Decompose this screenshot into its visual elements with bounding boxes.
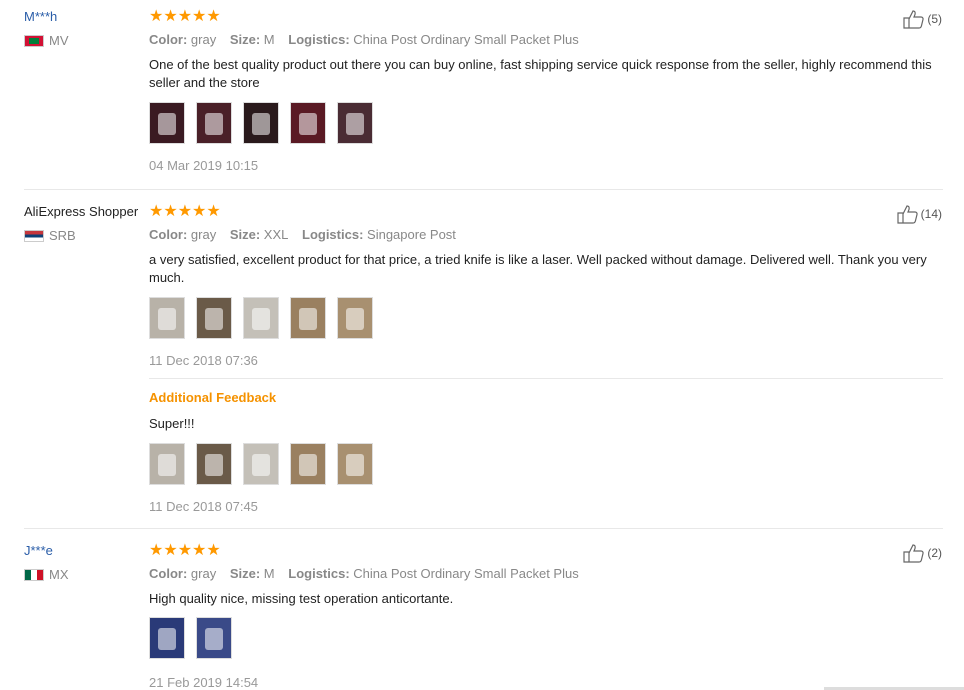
logistics-value: China Post Ordinary Small Packet Plus xyxy=(353,566,579,581)
review-date: 04 Mar 2019 10:15 xyxy=(149,158,259,173)
size-value: M xyxy=(263,32,275,47)
flag-mx-icon xyxy=(24,568,44,581)
review-divider xyxy=(24,528,943,529)
country-code: MV xyxy=(49,33,69,48)
reviewer-country: MV xyxy=(24,33,149,48)
review-content: ★★★★★ Color: gray Size: XXL Logistics: S… xyxy=(149,204,944,368)
review-photo-thumbnail[interactable] xyxy=(290,102,326,144)
review-photos xyxy=(149,617,944,659)
color-label: Color: xyxy=(149,32,188,47)
review-text: High quality nice, missing test operatio… xyxy=(149,591,454,606)
review-photo-thumbnail[interactable] xyxy=(290,297,326,339)
review-photo-thumbnail[interactable] xyxy=(196,102,232,144)
additional-text: Super!!! xyxy=(149,416,195,431)
logistics-label: Logistics: xyxy=(302,227,364,242)
review-photo-thumbnail[interactable] xyxy=(149,617,185,659)
review-photo-thumbnail[interactable] xyxy=(337,443,373,485)
order-attributes: Color: gray Size: M Logistics: China Pos… xyxy=(149,32,944,47)
size-value: M xyxy=(263,566,275,581)
additional-feedback-title: Additional Feedback xyxy=(149,390,277,405)
helpful-count: (5) xyxy=(927,12,942,26)
review-photo-thumbnail[interactable] xyxy=(337,102,373,144)
helpful-button[interactable]: (5) xyxy=(903,9,942,29)
logistics-value: China Post Ordinary Small Packet Plus xyxy=(353,32,579,47)
review-date: 11 Dec 2018 07:36 xyxy=(149,353,258,368)
flag-mv-icon xyxy=(24,34,44,47)
review-photo-thumbnail[interactable] xyxy=(196,617,232,659)
feedback-divider xyxy=(149,378,943,379)
additional-photos xyxy=(149,443,944,485)
review-photos xyxy=(149,297,944,339)
logistics-label: Logistics: xyxy=(288,32,350,47)
reviewer-name[interactable]: J***e xyxy=(24,543,149,558)
logistics-label: Logistics: xyxy=(288,566,350,581)
logistics-value: Singapore Post xyxy=(367,227,456,242)
thumbs-up-icon xyxy=(897,205,918,224)
color-value: gray xyxy=(190,566,217,581)
size-label: Size: xyxy=(229,566,261,581)
review-content: ★★★★★ Color: gray Size: M Logistics: Chi… xyxy=(149,543,944,690)
star-rating: ★★★★★ xyxy=(149,8,221,25)
review-photo-thumbnail[interactable] xyxy=(196,297,232,339)
star-rating: ★★★★★ xyxy=(149,203,221,220)
size-value: XXL xyxy=(263,227,289,242)
review-photo-thumbnail[interactable] xyxy=(337,297,373,339)
additional-date: 11 Dec 2018 07:45 xyxy=(149,499,258,514)
review-photo-thumbnail[interactable] xyxy=(149,297,185,339)
review-photo-thumbnail[interactable] xyxy=(149,102,185,144)
color-label: Color: xyxy=(149,227,188,242)
review-photo-thumbnail[interactable] xyxy=(243,297,279,339)
review-content: ★★★★★ Color: gray Size: M Logistics: Chi… xyxy=(149,9,944,173)
additional-content: Additional Feedback Super!!! 11 Dec 2018… xyxy=(149,390,944,514)
reviewer-name[interactable]: M***h xyxy=(24,9,149,24)
review-photo-thumbnail[interactable] xyxy=(243,102,279,144)
star-rating: ★★★★★ xyxy=(149,542,221,559)
size-label: Size: xyxy=(229,32,261,47)
helpful-button[interactable]: (2) xyxy=(903,543,942,563)
reviewer-name: AliExpress Shopper xyxy=(24,204,139,219)
reviewer-info: AliExpress Shopper SRB xyxy=(24,204,149,243)
order-attributes: Color: gray Size: XXL Logistics: Singapo… xyxy=(149,227,944,242)
reviewer-country: SRB xyxy=(24,228,149,243)
thumbs-up-icon xyxy=(903,544,924,563)
helpful-count: (2) xyxy=(927,546,942,560)
color-value: gray xyxy=(190,227,217,242)
review-photo-thumbnail[interactable] xyxy=(196,443,232,485)
review-text: a very satisfied, excellent product for … xyxy=(149,252,927,285)
reviewer-info: J***e MX xyxy=(24,543,149,582)
review-photo-thumbnail[interactable] xyxy=(290,443,326,485)
size-label: Size: xyxy=(229,227,261,242)
order-attributes: Color: gray Size: M Logistics: China Pos… xyxy=(149,566,944,581)
review-photo-thumbnail[interactable] xyxy=(149,443,185,485)
color-value: gray xyxy=(190,32,217,47)
review-text: One of the best quality product out ther… xyxy=(149,57,932,90)
thumbs-up-icon xyxy=(903,10,924,29)
flag-srb-icon xyxy=(24,229,44,242)
country-code: MX xyxy=(49,567,69,582)
color-label: Color: xyxy=(149,566,188,581)
review-divider xyxy=(24,189,943,190)
reviewer-info: M***h MV xyxy=(24,9,149,48)
review-photos xyxy=(149,102,944,144)
country-code: SRB xyxy=(49,228,76,243)
helpful-count: (14) xyxy=(920,207,942,221)
helpful-button[interactable]: (14) xyxy=(897,204,942,224)
review-photo-thumbnail[interactable] xyxy=(243,443,279,485)
reviewer-country: MX xyxy=(24,567,149,582)
